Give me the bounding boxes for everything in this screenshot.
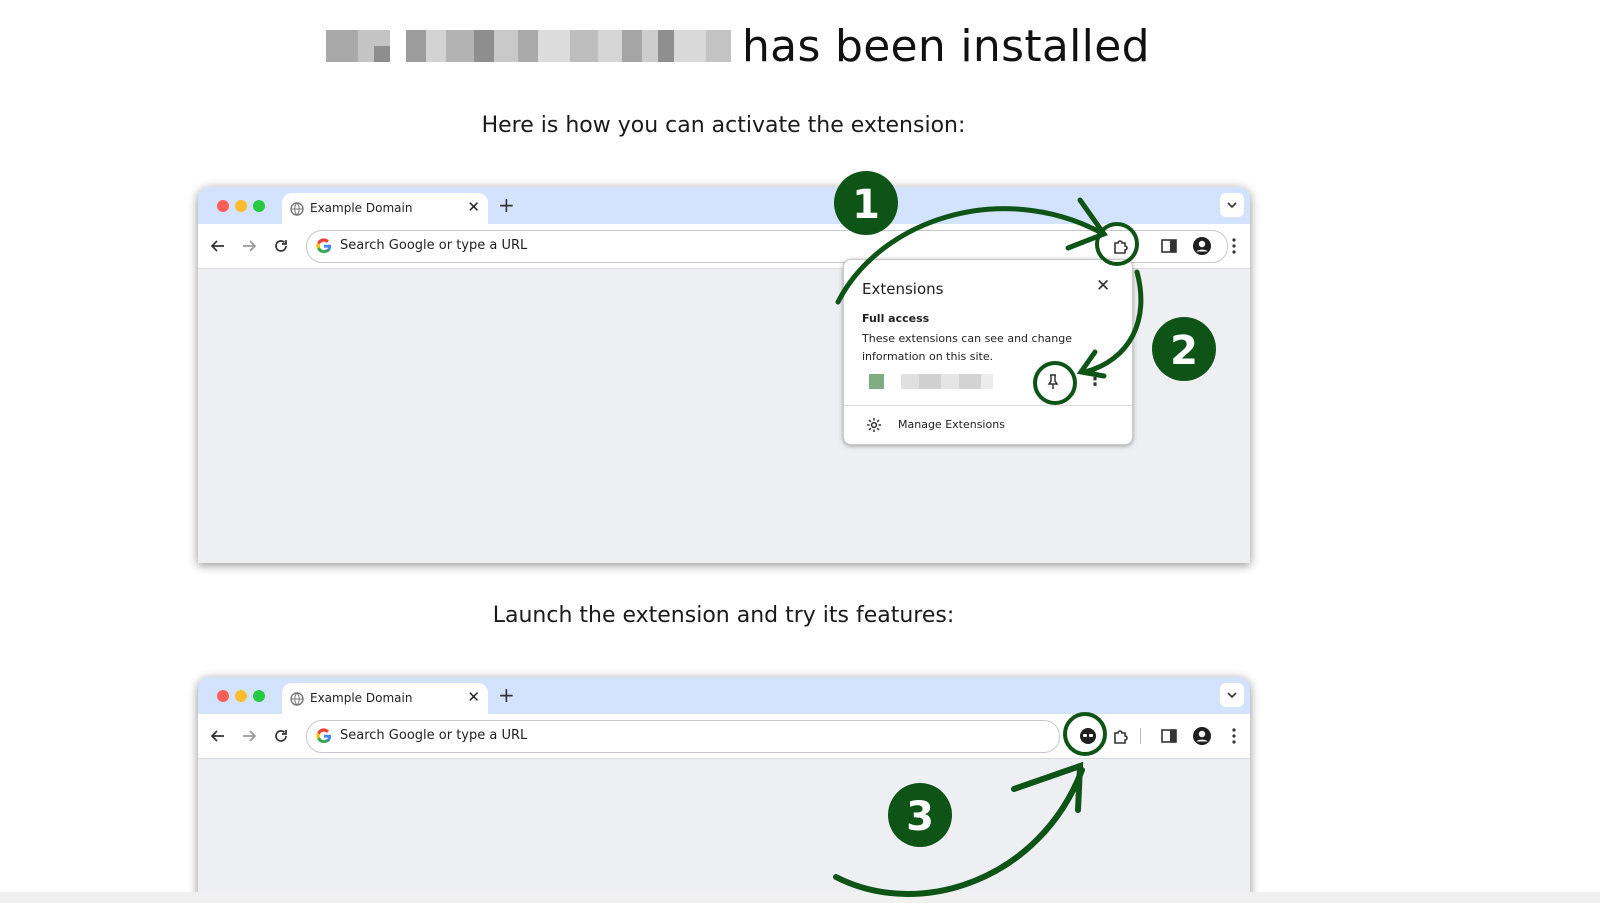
popup-divider (844, 405, 1132, 406)
pinned-extension-icon[interactable] (1077, 725, 1099, 747)
pin-icon[interactable] (1042, 371, 1064, 393)
extension-icon (869, 374, 884, 389)
window-minimize-dot[interactable] (235, 200, 247, 212)
tab-close-icon[interactable]: ✕ (467, 198, 480, 216)
launch-instructions: Launch the extension and try its feature… (492, 603, 955, 628)
extensions-popup-title: Extensions (862, 280, 944, 298)
back-arrow-icon[interactable] (208, 726, 228, 746)
new-tab-button[interactable]: + (498, 683, 515, 707)
chevron-down-icon (1227, 202, 1237, 209)
chevron-down-icon (1227, 692, 1237, 699)
window-zoom-dot[interactable] (253, 200, 265, 212)
side-panel-icon[interactable] (1158, 725, 1180, 747)
window-minimize-dot[interactable] (235, 690, 247, 702)
tab-close-icon[interactable]: ✕ (467, 688, 480, 706)
tab-title: Example Domain (310, 201, 413, 215)
tab-strip: Example Domain ✕ + (198, 187, 1250, 225)
window-close-dot[interactable] (217, 200, 229, 212)
redacted-extension-name (326, 30, 731, 62)
back-arrow-icon[interactable] (208, 236, 228, 256)
gear-icon (867, 418, 881, 432)
forward-arrow-icon[interactable] (239, 236, 259, 256)
reload-icon[interactable] (271, 726, 291, 746)
bottom-edge (0, 892, 1600, 903)
full-access-heading: Full access (862, 312, 930, 325)
tab-title: Example Domain (310, 691, 413, 705)
google-g-icon (316, 728, 331, 744)
page-title: has been installed (742, 21, 1150, 72)
omnibox-placeholder: Search Google or type a URL (340, 238, 528, 253)
tab-example-domain[interactable]: Example Domain ✕ (282, 683, 488, 715)
reload-icon[interactable] (271, 236, 291, 256)
kebab-menu-icon[interactable] (1223, 235, 1245, 257)
toolbar-separator (1140, 728, 1141, 744)
tab-example-domain[interactable]: Example Domain ✕ (282, 193, 488, 225)
tab-search-button[interactable] (1220, 193, 1244, 217)
globe-icon (290, 692, 304, 706)
puzzle-extension-icon[interactable] (1110, 725, 1132, 747)
close-icon[interactable]: ✕ (1096, 276, 1110, 296)
full-access-description: These extensions can see and change info… (862, 332, 1072, 363)
tab-strip: Example Domain ✕ + (198, 677, 1250, 715)
new-tab-button[interactable]: + (498, 193, 515, 217)
forward-arrow-icon[interactable] (239, 726, 259, 746)
window-zoom-dot[interactable] (253, 690, 265, 702)
browser-mockup-launch: Example Domain ✕ + Search Google or type… (198, 677, 1250, 903)
browser-toolbar: Search Google or type a URL (198, 714, 1250, 759)
kebab-menu-icon[interactable] (1223, 725, 1245, 747)
omnibox-placeholder: Search Google or type a URL (340, 728, 528, 743)
profile-avatar-icon[interactable] (1191, 725, 1213, 747)
manage-extensions-link[interactable]: Manage Extensions (898, 418, 1005, 431)
profile-avatar-icon[interactable] (1191, 235, 1213, 257)
page-header: has been installed (0, 18, 1600, 78)
side-panel-icon[interactable] (1158, 235, 1180, 257)
extensions-popup: Extensions ✕ Full access These extension… (843, 259, 1133, 445)
omnibox[interactable]: Search Google or type a URL (306, 720, 1060, 753)
puzzle-extension-icon[interactable] (1110, 235, 1132, 257)
extension-more-icon[interactable]: ⋮ (1086, 369, 1104, 390)
google-g-icon (316, 238, 331, 254)
redacted-extension-label (901, 374, 993, 389)
activation-instructions: Here is how you can activate the extensi… (481, 113, 966, 138)
globe-icon (290, 202, 304, 216)
tab-search-button[interactable] (1220, 683, 1244, 707)
window-close-dot[interactable] (217, 690, 229, 702)
